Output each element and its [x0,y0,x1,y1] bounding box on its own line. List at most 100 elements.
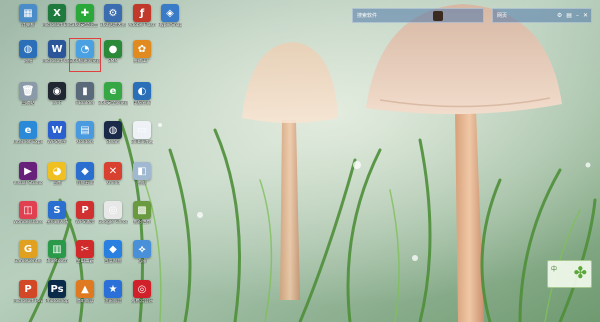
app-icon: ◔ [76,40,94,58]
desktop-icon[interactable]: Ps Photoshop [43,280,71,310]
desktop-icon-label: GameCenter [13,259,43,264]
desktop-icon[interactable]: W WPS文字 [43,121,71,151]
clover-icon: ✤ [573,263,587,282]
desktop-icon[interactable]: ▤ Xfolders [71,121,99,151]
settings-icon[interactable]: ⚙ [557,12,562,19]
desktop-icon[interactable]: ◍ 网络 [14,40,42,70]
desktop-icon[interactable]: ▲ 福昕阅读 [71,280,99,310]
app-icon: ✚ [76,4,94,22]
desktop-icon[interactable]: ⟡ 迅雷 [128,240,156,270]
desktop-icon-label: 计算机 [21,23,35,28]
app-icon: ◍ [104,121,122,139]
desktop-icon[interactable]: G GameCenter [14,240,42,270]
desktop-icon[interactable]: ◔ 360极速浏览器 [69,38,101,72]
desktop-icon-label: HBuilder [75,101,95,106]
search-widget[interactable]: 搜索软件 [352,8,484,23]
app-icon: ◆ [104,240,122,258]
desktop-icon-label: SMM [107,59,119,64]
desktop-icon[interactable]: ◈ HyperSnap [156,4,184,34]
desktop-icon-label: Adobe Flash [128,23,156,28]
desktop-icon-label: 回收站 [21,101,35,106]
app-icon: ▶ [19,162,37,180]
app-icon: ✂ [76,240,94,258]
desktop-icon[interactable]: ◧ 图标 [128,162,156,192]
desktop-icon[interactable]: ⚙ 360驱动大师 [99,4,127,34]
desktop-icon[interactable]: ◆ 万能五笔 [71,162,99,192]
weather-widget[interactable]: 中 ✤ [547,260,592,288]
desktop-icon-label: 迅雷 [137,259,147,264]
browser-bar[interactable]: 网页 ⚙ ▤ – ✕ [492,8,592,23]
desktop-icon-label: 画图 [52,181,62,186]
desktop-icon-label: 360安全卫士 [71,23,99,28]
desktop-icon[interactable]: P WPS演示 [71,201,99,231]
app-icon: W [48,121,66,139]
desktop-icon[interactable]: ▶ Visual Studio [13,162,43,192]
desktop-icon-label: 360安全浏览器 [98,101,128,106]
app-icon: X [48,4,66,22]
desktop-icon-label: 图标 [137,181,147,186]
desktop-icon[interactable]: eInternet Explorer [13,121,43,151]
desktop-icon[interactable]: ◉ Wi-Fi [43,82,71,112]
desktop-icon[interactable]: XMicrosoft Excel [42,4,72,34]
desktop-icon-label: 网易云音乐 [130,299,154,304]
app-icon: S [48,201,66,219]
desktop-icon-label: 电脑管家 [133,101,151,106]
desktop-icon-label: Wi-Fi [51,101,63,106]
desktop-icon-label: Wondershare [13,220,43,225]
app-icon: ✕ [104,162,122,180]
desktop-icon-label: 百度网盘 [104,259,122,264]
app-icon: ★ [104,280,122,298]
desktop-icon[interactable]: ▦ 计算机 [14,4,42,34]
menu-icon[interactable]: ▤ [566,12,572,19]
desktop-icon[interactable]: ◎Google Chrome [98,201,128,231]
desktop-icon[interactable]: ◎ 网易云音乐 [128,280,156,310]
desktop-icon-label: 我的世界 [133,220,151,225]
desktop-icon-label: HyperSnap [157,23,183,28]
desktop-icon[interactable]: ✚ 360安全卫士 [71,4,99,34]
desktop-icon[interactable]: ƒ Adobe Flash [128,4,156,34]
desktop-icon[interactable]: ▭ Bilibili弹幕 [128,121,156,151]
desktop-icon[interactable]: ★ 迅雷影音 [99,280,127,310]
app-icon: ▤ [76,121,94,139]
desktop-icon-label: 福昕阅读 [76,299,94,304]
desktop-icon[interactable]: ▩ 我的世界 [128,201,156,231]
desktop-icon[interactable]: ◆ 百度网盘 [99,240,127,270]
desktop-icon-label: WPS演示 [75,220,95,225]
desktop-icon[interactable]: 🗑 回收站 [14,82,42,112]
minimize-icon[interactable]: – [576,12,579,19]
desktop-icon[interactable]: ✿ 格式工厂 [128,40,156,70]
desktop-icon-label: Google Chrome [98,220,128,225]
app-icon: ◎ [104,201,122,219]
desktop-icon-label: Bluetooth [46,259,68,264]
desktop-icon-label: Xfolders [75,140,95,145]
desktop-icon[interactable]: ◫ Wondershare [13,201,43,231]
app-icon: ◫ [19,201,37,219]
desktop-icon-label: Microsoft Word [42,59,72,64]
desktop-icon-label: Internet Explorer [13,140,43,145]
desktop-icon[interactable]: ◐ 电脑管家 [128,82,156,112]
app-icon: ◎ [133,280,151,298]
app-icon: Ps [48,280,66,298]
app-icon: 🗑 [19,82,37,100]
desktop-icon[interactable]: ✕ Xmind [99,162,127,192]
desktop-icon[interactable]: ▥ Bluetooth [43,240,71,270]
desktop-icon-label: 格式工厂 [133,59,151,64]
weather-widget-label: 中 [551,266,558,273]
desktop-icon[interactable]: PMicrosoft PowerPoint [13,280,43,310]
close-icon[interactable]: ✕ [583,12,588,19]
app-icon: ◐ [133,82,151,100]
desktop-icon[interactable]: ◕ 画图 [43,162,71,192]
desktop-icon[interactable]: e 360安全浏览器 [98,82,128,112]
desktop-icon[interactable]: S 搜狗输入法 [43,201,71,231]
desktop-icon[interactable]: ✂ 金山毒霸 [71,240,99,270]
desktop-icon[interactable]: WMicrosoft Word [42,40,72,70]
desktop-icon-label: Bilibili弹幕 [130,140,154,145]
desktop-icon-label: 金山毒霸 [76,259,94,264]
desktop-icon[interactable]: ▮ HBuilder [71,82,99,112]
app-icon: ⚙ [104,4,122,22]
app-icon: e [104,82,122,100]
desktop-icon[interactable]: ◍ Steam [99,121,127,151]
app-icon: P [19,280,37,298]
desktop-icon[interactable]: ● SMM [99,40,127,70]
desktop-icon-label: 网络 [23,59,33,64]
